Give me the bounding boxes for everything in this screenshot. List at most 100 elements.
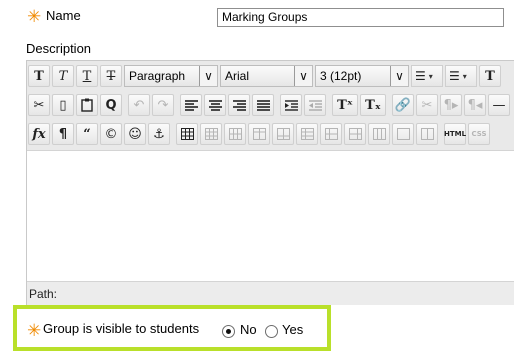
anchor-button[interactable]: ⚓ — [148, 123, 170, 145]
outdent-icon — [308, 99, 322, 111]
visibility-no-label[interactable]: No — [240, 322, 257, 337]
indent-icon — [284, 99, 298, 111]
redo-icon: ↷ — [157, 97, 169, 113]
table-row-props-button[interactable] — [200, 123, 222, 145]
paragraph-format-value: Paragraph — [129, 69, 186, 83]
link-icon: 🔗 — [394, 97, 412, 113]
delete-column-icon — [372, 128, 386, 140]
outdent-button[interactable] — [304, 94, 326, 116]
insert-column-after-button[interactable] — [344, 123, 366, 145]
horizontal-rule-button[interactable]: — — [488, 94, 510, 116]
delete-row-icon — [300, 128, 314, 140]
delete-row-button[interactable] — [296, 123, 318, 145]
align-left-button[interactable] — [180, 94, 202, 116]
visibility-yes-radio[interactable] — [265, 325, 278, 338]
row-after-icon — [276, 128, 290, 140]
ltr-button[interactable]: ¶▸ — [440, 94, 462, 116]
font-size-value: 3 (12pt) — [320, 69, 362, 83]
chevron-down-icon: ∨ — [390, 66, 408, 86]
indent-button[interactable] — [280, 94, 302, 116]
special-character-button[interactable]: © — [100, 123, 122, 145]
align-right-icon — [232, 99, 246, 111]
scissors-icon: ✂ — [33, 97, 45, 113]
search-icon: Q — [105, 97, 117, 113]
html-source-button[interactable]: HTML — [444, 123, 466, 145]
quote-icon: “ — [83, 126, 91, 142]
paste-button[interactable] — [76, 94, 98, 116]
split-cells-icon — [396, 128, 410, 140]
align-center-icon — [208, 99, 222, 111]
column-after-icon — [348, 128, 362, 140]
required-icon: ✳ — [27, 321, 42, 340]
visibility-yes-label[interactable]: Yes — [282, 322, 303, 337]
copyright-icon: © — [104, 126, 118, 142]
unlink-button[interactable]: ✂ — [416, 94, 438, 116]
cut-button[interactable]: ✂ — [28, 94, 50, 116]
merge-cells-button[interactable] — [416, 123, 438, 145]
font-family-value: Arial — [225, 69, 250, 83]
table-row-icon — [204, 128, 218, 140]
description-editor: T T T T Paragraph ∨ Arial ∨ 3 (12pt) ∨ ☰ — [26, 60, 514, 305]
clipboard-icon — [81, 98, 93, 112]
copy-button[interactable]: ▯ — [52, 94, 74, 116]
superscript-button[interactable]: Tˣ — [332, 94, 358, 116]
name-input[interactable]: Marking Groups — [217, 8, 504, 27]
smiley-icon: ☺ — [128, 126, 142, 142]
toolbar-row-2: ✂ ▯ Q ↶ ↷ Tˣ Tₓ 🔗 ✂ ¶▸ ¶◂ — — [28, 92, 512, 118]
underline-button[interactable]: T — [76, 65, 98, 87]
pilcrow-rtl-icon: ¶◂ — [467, 97, 483, 113]
editor-path-bar: Path: — [27, 281, 514, 305]
align-right-button[interactable] — [228, 94, 250, 116]
emoticon-button[interactable]: ☺ — [124, 123, 146, 145]
description-label: Description — [26, 41, 92, 56]
redo-button[interactable]: ↷ — [152, 94, 174, 116]
insert-table-button[interactable] — [176, 123, 198, 145]
chevron-down-icon: ∨ — [294, 66, 312, 86]
bold-button[interactable]: T — [28, 65, 50, 87]
caret-down-icon: ▾ — [428, 71, 433, 81]
math-button[interactable]: fx — [28, 123, 50, 145]
font-size-select[interactable]: 3 (12pt) ∨ — [315, 65, 409, 87]
blockquote-button[interactable]: “ — [76, 123, 98, 145]
align-left-icon — [184, 99, 198, 111]
align-center-button[interactable] — [204, 94, 226, 116]
caret-down-icon: ▾ — [462, 71, 467, 81]
italic-button[interactable]: T — [52, 65, 74, 87]
undo-button[interactable]: ↶ — [128, 94, 150, 116]
toolbar-row-1: T T T T Paragraph ∨ Arial ∨ 3 (12pt) ∨ ☰ — [28, 63, 503, 89]
path-label: Path: — [29, 287, 58, 301]
strikethrough-button[interactable]: T — [100, 65, 122, 87]
undo-icon: ↶ — [133, 97, 145, 113]
insert-row-before-button[interactable] — [248, 123, 270, 145]
table-cell-props-button[interactable] — [224, 123, 246, 145]
delete-column-button[interactable] — [368, 123, 390, 145]
split-cells-button[interactable] — [392, 123, 414, 145]
visibility-no-radio[interactable] — [222, 325, 235, 338]
insert-link-button[interactable]: 🔗 — [392, 94, 414, 116]
insert-column-before-button[interactable] — [320, 123, 342, 145]
rtl-button[interactable]: ¶◂ — [464, 94, 486, 116]
visibility-label: Group is visible to students — [43, 321, 200, 336]
visibility-highlight-box: ✳ Group is visible to students No Yes — [13, 305, 331, 351]
table-icon — [180, 128, 194, 140]
css-button[interactable]: CSS — [468, 123, 490, 145]
numbered-list-button[interactable]: ☰ ▾ — [445, 65, 477, 87]
text-color-button[interactable]: T — [479, 65, 501, 87]
column-before-icon — [324, 128, 338, 140]
anchor-icon: ⚓ — [153, 126, 165, 142]
paragraph-format-select[interactable]: Paragraph ∨ — [124, 65, 218, 87]
show-blocks-button[interactable]: ¶ — [52, 123, 74, 145]
merge-cells-icon — [420, 128, 434, 140]
editor-content-area[interactable] — [27, 152, 514, 281]
align-justify-button[interactable] — [252, 94, 274, 116]
insert-row-after-button[interactable] — [272, 123, 294, 145]
horizontal-rule-icon: — — [492, 97, 506, 113]
math-icon: fx — [32, 126, 46, 142]
chevron-down-icon: ∨ — [199, 66, 217, 86]
bullet-list-button[interactable]: ☰ ▾ — [411, 65, 443, 87]
find-button[interactable]: Q — [100, 94, 122, 116]
align-justify-icon — [256, 99, 270, 111]
font-family-select[interactable]: Arial ∨ — [220, 65, 313, 87]
subscript-button[interactable]: Tₓ — [360, 94, 386, 116]
group-settings-form: ✳ Name Marking Groups Description T T T … — [0, 0, 514, 356]
